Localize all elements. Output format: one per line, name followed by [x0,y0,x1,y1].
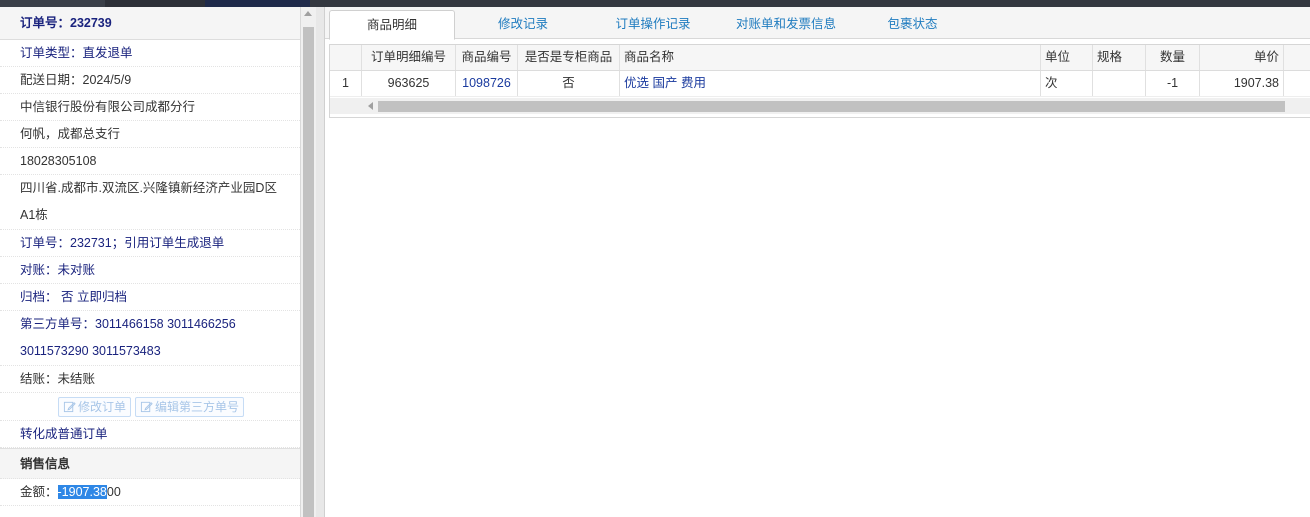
amount-label: 金额： [20,485,58,499]
order-panel: 订单号：232739 订单类型：直发退单 配送日期：2024/5/9 中信银行股… [0,7,316,517]
top-strip [0,0,1310,7]
col-spec[interactable]: 规格 [1093,45,1146,70]
col-unit-price[interactable]: 单价 [1200,45,1284,70]
cell-detail-id: 963625 [362,71,456,96]
archive-status[interactable]: 归档： 否 立即归档 [0,284,300,311]
edit-order-label: 修改订单 [78,399,127,414]
cell-rownum: 1 [330,71,362,96]
col-product-id[interactable]: 商品编号 [456,45,518,70]
amount-selected[interactable]: -1907.38 [57,485,107,499]
delivery-date: 配送日期：2024/5/9 [0,67,300,94]
action-buttons: 修改订单 编辑第三方单号 [0,393,300,421]
tab-package-status[interactable]: 包裹状态 [865,10,960,38]
cell-product-id-link[interactable]: 1098726 [456,71,518,96]
settle-status: 结账：未结账 [0,366,300,393]
edit-third-party-button[interactable]: 编辑第三方单号 [135,396,245,417]
company-name: 中信银行股份有限公司成都分行 [0,94,300,121]
order-number-header: 订单号：232739 [0,7,300,40]
table-row[interactable]: 1 963625 1098726 否 优选 国产 费用 次 -1 1907.38 [330,71,1310,97]
scroll-left-arrow-icon[interactable] [368,102,373,110]
left-scrollbar[interactable] [301,7,316,517]
reconcile-status: 对账：未对账 [0,257,300,284]
cell-counter: 否 [518,71,620,96]
product-table: 订单明细编号 商品编号 是否是专柜商品 商品名称 单位 规格 数量 单价 1 9… [329,44,1310,118]
col-quantity[interactable]: 数量 [1146,45,1200,70]
col-product-name[interactable]: 商品名称 [620,45,1041,70]
cell-unit: 次 [1041,71,1093,96]
cell-product-name-link[interactable]: 优选 国产 费用 [620,71,1041,96]
tab-bar: 商品明细 修改记录 订单操作记录 对账单和发票信息 包裹状态 [325,7,1310,40]
tab-order-operations[interactable]: 订单操作记录 [593,10,713,38]
order-type: 订单类型：直发退单 [0,40,300,67]
col-unit[interactable]: 单位 [1041,45,1093,70]
convert-order-link[interactable]: 转化成普通订单 [0,421,300,448]
cell-quantity: -1 [1146,71,1200,96]
edit-order-button[interactable]: 修改订单 [58,396,132,417]
edit-third-party-label: 编辑第三方单号 [155,399,240,414]
address: 四川省.成都市.双流区.兴隆镇新经济产业园D区A1栋 [0,175,300,230]
table-header: 订单明细编号 商品编号 是否是专柜商品 商品名称 单位 规格 数量 单价 [330,45,1310,71]
col-rownum [330,45,362,70]
panel-divider[interactable] [316,7,325,517]
tab-product-details[interactable]: 商品明细 [329,10,455,40]
amount-rest: 00 [106,485,121,499]
tab-statement-invoice[interactable]: 对账单和发票信息 [721,10,851,38]
detail-area: 商品明细 修改记录 订单操作记录 对账单和发票信息 包裹状态 订单明细编号 商品… [325,7,1310,517]
edit-icon [140,401,153,413]
amount-row: 金额：-1907.3800 [0,479,300,506]
scroll-up-arrow-icon[interactable] [304,11,312,16]
ref-order[interactable]: 订单号：232731；引用订单生成退单 [0,230,300,257]
horizontal-scrollbar[interactable] [330,98,1310,114]
horizontal-scroll-thumb[interactable] [378,101,1285,112]
cell-spec [1093,71,1146,96]
edit-icon [63,401,76,413]
contact-name: 何帆，成都总支行 [0,121,300,148]
sales-info-section: 销售信息 [0,448,300,479]
col-counter[interactable]: 是否是专柜商品 [518,45,620,70]
col-detail-id[interactable]: 订单明细编号 [362,45,456,70]
tab-modify-records[interactable]: 修改记录 [473,10,573,38]
cell-unit-price: 1907.38 [1200,71,1284,96]
phone-number: 18028305108 [0,148,300,175]
scroll-thumb[interactable] [303,27,314,517]
third-party-numbers: 第三方单号：3011466158 3011466256 3011573290 3… [0,311,300,366]
